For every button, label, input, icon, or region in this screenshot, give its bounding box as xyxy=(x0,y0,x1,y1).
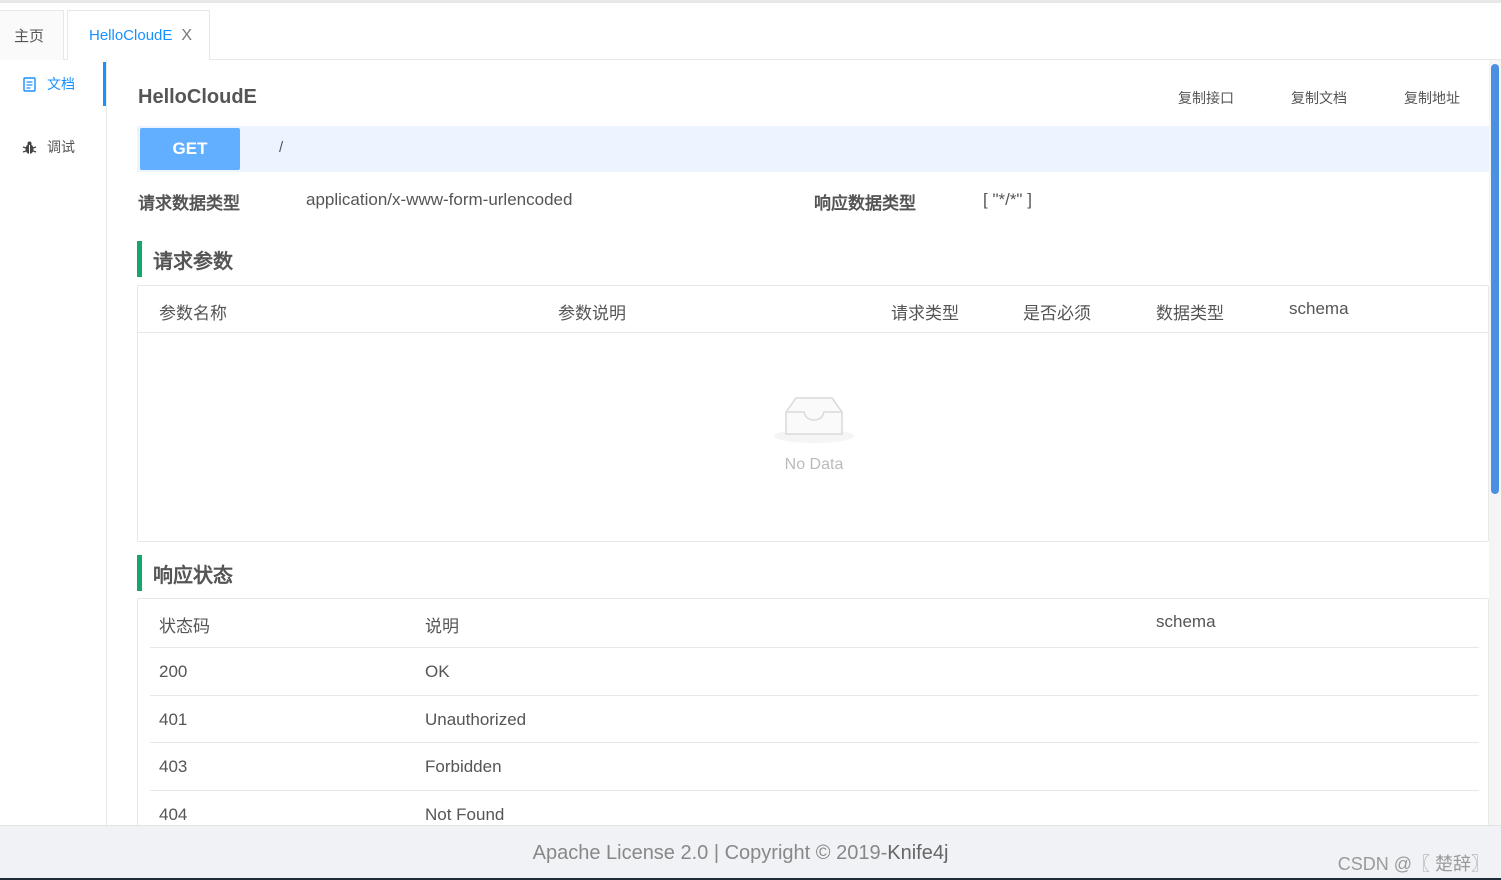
response-section-title: 响应状态 xyxy=(137,555,233,591)
tab-hellocloude-label: HelloCloudE xyxy=(89,27,173,44)
sidebar-item-label: 调试 xyxy=(47,139,75,155)
column-header: 状态码 xyxy=(159,617,210,636)
request-type-label: 请求数据类型 xyxy=(138,194,240,213)
status-description: Not Found xyxy=(425,805,505,824)
status-description: Forbidden xyxy=(425,757,502,776)
sidebar-item-label: 文档 xyxy=(47,76,75,92)
column-header: schema xyxy=(1156,612,1216,631)
status-code: 403 xyxy=(159,757,188,776)
close-icon[interactable]: X xyxy=(181,27,192,45)
footer-text: Apache License 2.0 | Copyright © 2019-Kn… xyxy=(0,842,1481,865)
footer-brand: Knife4j xyxy=(887,842,949,864)
params-section-title: 请求参数 xyxy=(137,241,233,277)
footer: Apache License 2.0 | Copyright © 2019-Kn… xyxy=(0,825,1501,880)
response-table: 状态码 说明 schema 200 OK 401 Unauthorized 40… xyxy=(137,598,1489,838)
bug-icon xyxy=(22,140,37,155)
column-header: 参数名称 xyxy=(159,304,227,323)
copyright-icon: © xyxy=(815,842,831,864)
request-type-value: application/x-www-form-urlencoded xyxy=(306,190,573,209)
api-title: HelloCloudE xyxy=(138,86,257,108)
document-icon xyxy=(22,76,37,92)
table-row: 401 Unauthorized xyxy=(150,695,1479,743)
footer-year: 2019- xyxy=(830,842,888,864)
status-code: 404 xyxy=(159,805,188,824)
tab-hellocloude[interactable]: HelloCloudE X xyxy=(67,10,210,60)
method-bar: GET / xyxy=(137,126,1489,172)
sidebar-item-debug[interactable]: 调试 xyxy=(0,125,106,169)
api-path: / xyxy=(279,139,284,156)
copy-url-button[interactable]: 复制地址 xyxy=(1404,88,1460,108)
status-description: Unauthorized xyxy=(425,710,527,729)
footer-license: Apache License 2.0 | Copyright xyxy=(532,842,816,864)
params-table: 参数名称 参数说明 请求类型 是否必须 数据类型 schema No Data xyxy=(137,285,1489,542)
column-header: 数据类型 xyxy=(1156,304,1224,323)
table-row: 403 Forbidden xyxy=(150,742,1479,790)
tab-bar: 主页 HelloCloudE X xyxy=(0,3,1501,60)
column-header: 说明 xyxy=(425,617,459,636)
column-header: 请求类型 xyxy=(891,304,959,323)
column-header: schema xyxy=(1289,299,1349,318)
column-header: 参数说明 xyxy=(558,304,626,323)
tab-home-label: 主页 xyxy=(14,28,45,45)
status-code: 401 xyxy=(159,710,188,729)
sidebar-item-document[interactable]: 文档 xyxy=(0,62,106,106)
status-description: OK xyxy=(425,662,450,681)
status-code: 200 xyxy=(159,662,188,681)
copy-doc-button[interactable]: 复制文档 xyxy=(1291,88,1347,108)
watermark: CSDN @〖 楚辞〗 xyxy=(1337,854,1489,874)
tab-home[interactable]: 主页 xyxy=(0,10,64,60)
sidebar: 文档 调试 xyxy=(0,60,107,825)
table-header: 参数名称 参数说明 请求类型 是否必须 数据类型 schema xyxy=(138,286,1488,333)
column-header: 是否必须 xyxy=(1023,304,1091,323)
copy-api-button[interactable]: 复制接口 xyxy=(1178,88,1234,108)
scrollbar-thumb[interactable] xyxy=(1491,64,1499,494)
table-row: 200 OK xyxy=(150,647,1479,695)
empty-inbox-icon xyxy=(774,397,854,443)
response-type-label: 响应数据类型 xyxy=(814,194,916,213)
method-badge: GET xyxy=(140,128,240,170)
empty-text: No Data xyxy=(784,456,844,473)
response-type-value: [ "*/*" ] xyxy=(983,190,1032,209)
